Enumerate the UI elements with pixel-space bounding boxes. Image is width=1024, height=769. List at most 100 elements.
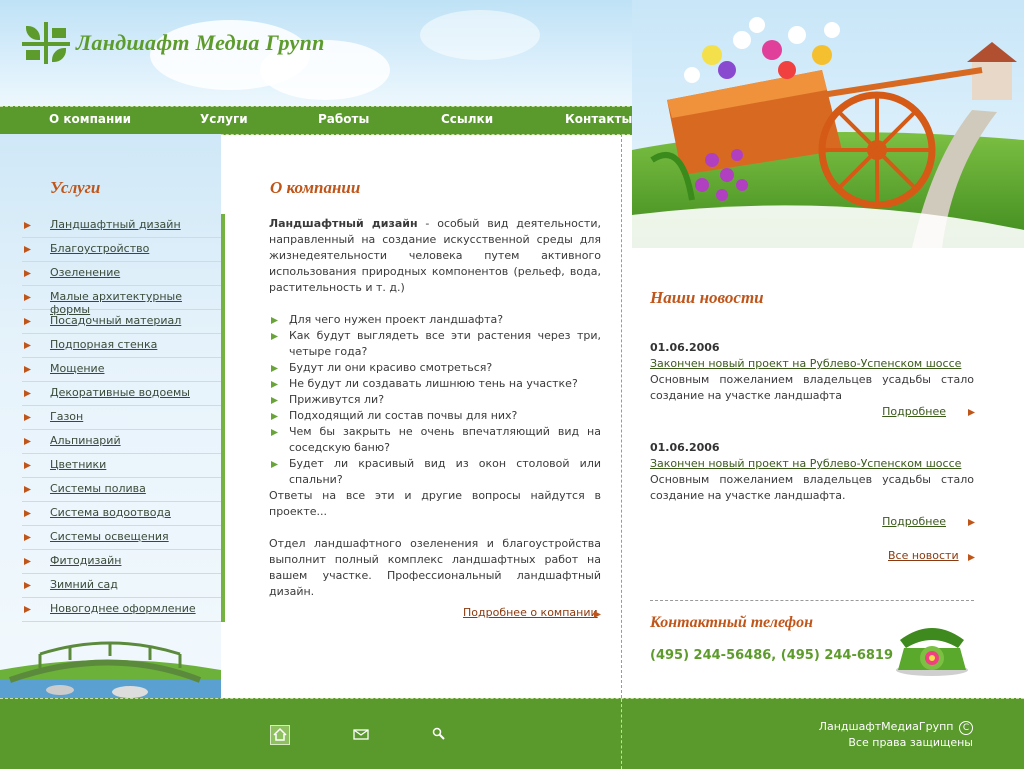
sidebar-item-label: Цветники — [50, 458, 107, 471]
sidebar-item-label: Посадочный материал — [50, 314, 182, 327]
about-text: Ландшафтный дизайн - особый вид деятельн… — [269, 216, 601, 600]
nav-item-services[interactable]: Услуги — [200, 112, 248, 126]
arrow-icon — [24, 342, 31, 349]
rights-text: Все права защищены — [848, 736, 973, 749]
sidebar-item[interactable]: Мощение — [22, 358, 221, 382]
news-more-link[interactable]: Подробнее — [882, 404, 946, 420]
sidebar: Услуги Ландшафтный дизайн Благоустройство… — [0, 134, 225, 698]
news-text: Основным пожеланием владельцев усадьбы с… — [650, 473, 974, 502]
news-title: Наши новости — [650, 288, 764, 307]
arrow-icon — [24, 390, 31, 397]
news-item: 01.06.2006 Закончен новый проект на Рубл… — [650, 440, 975, 540]
sidebar-item[interactable]: Малые архитектурные формы — [22, 286, 221, 316]
arrow-icon — [24, 462, 31, 469]
sidebar-item-label: Озеленение — [50, 266, 121, 279]
sidebar-item[interactable]: Системы полива — [22, 478, 221, 502]
sidebar-item[interactable]: Посадочный материал — [22, 310, 221, 334]
sidebar-item-label: Декоративные водоемы — [50, 386, 190, 399]
news-column: Наши новости 01.06.2006 Закончен новый п… — [622, 248, 1024, 698]
copyright-name: ЛандшафтМедиаГрупп — [818, 720, 954, 733]
sidebar-item[interactable]: Системы освещения — [22, 526, 221, 550]
question-text: Подходящий ли состав почвы для них? — [289, 409, 518, 422]
arrow-icon — [271, 397, 278, 404]
arrow-icon — [271, 333, 278, 340]
arrow-icon — [271, 413, 278, 420]
arrow-icon — [24, 582, 31, 589]
sidebar-item-label: Мощение — [50, 362, 105, 375]
phone-number: (495) 244-56486, (495) 244-6819 — [650, 648, 894, 663]
cloud — [420, 10, 540, 60]
sidebar-item-label: Новогоднее оформление — [50, 602, 196, 615]
sidebar-item[interactable]: Озеленение — [22, 262, 221, 286]
nav-item-works[interactable]: Работы — [318, 112, 369, 126]
sidebar-item[interactable]: Благоустройство — [22, 238, 221, 262]
news-item: 01.06.2006 Закончен новый проект на Рубл… — [650, 340, 975, 430]
sidebar-item[interactable]: Ландшафтный дизайн — [22, 214, 221, 238]
flower-cart-image — [632, 0, 1024, 248]
sidebar-item[interactable]: Система водоотвода — [22, 502, 221, 526]
question-text: Чем бы закрыть не очень впечатляющий вид… — [289, 425, 601, 454]
page-title: О компании — [270, 178, 361, 197]
news-more-link[interactable]: Подробнее — [882, 514, 946, 530]
sidebar-item[interactable]: Альпинарий — [22, 430, 221, 454]
arrow-icon — [24, 534, 31, 541]
arrow-icon — [24, 414, 31, 421]
news-headline-link[interactable]: Закончен новый проект на Рублево-Успенск… — [650, 456, 974, 472]
question-text: Приживутся ли? — [289, 393, 385, 406]
sidebar-item-label: Альпинарий — [50, 434, 121, 447]
question-text: Будут ли они красиво смотреться? — [289, 361, 493, 374]
nav-item-links[interactable]: Ссылки — [441, 112, 493, 126]
logo[interactable]: Ландшафт Медиа Групп — [22, 22, 325, 64]
sidebar-item[interactable]: Фитодизайн — [22, 550, 221, 574]
arrow-icon — [24, 366, 31, 373]
sidebar-item-label: Системы освещения — [50, 530, 169, 543]
questions-list: Для чего нужен проект ландшафта? Как буду… — [269, 312, 601, 488]
answer-text: Ответы на все эти и другие вопросы найду… — [269, 489, 601, 518]
question-text: Для чего нужен проект ландшафта? — [289, 313, 504, 326]
arrow-icon — [24, 270, 31, 277]
arrow-icon — [968, 554, 975, 561]
arrow-icon — [24, 318, 31, 325]
arrow-icon — [24, 438, 31, 445]
question-text: Не будут ли создавать лишнюю тень на уча… — [289, 377, 578, 390]
news-headline-link[interactable]: Закончен новый проект на Рублево-Успенск… — [650, 356, 974, 372]
sidebar-item-label: Газон — [50, 410, 84, 423]
arrow-icon — [24, 486, 31, 493]
bridge-image — [0, 640, 221, 700]
all-news-link[interactable]: Все новости — [888, 549, 959, 562]
sidebar-item-label: Зимний сад — [50, 578, 118, 591]
more-about-link[interactable]: Подробнее о компании — [463, 606, 598, 619]
arrow-icon — [24, 246, 31, 253]
sidebar-item[interactable]: Газон — [22, 406, 221, 430]
sidebar-item-label: Системы полива — [50, 482, 146, 495]
arrow-icon — [24, 222, 31, 229]
arrow-icon — [968, 409, 975, 416]
services-paragraph: Отдел ландшафтного озеленения и благоуст… — [269, 537, 601, 598]
question-text: Как будут выглядеть все эти растения чер… — [289, 329, 601, 358]
question-item: Будут ли они красиво смотреться? — [269, 360, 601, 376]
sidebar-item[interactable]: Цветники — [22, 454, 221, 478]
nav-item-contacts[interactable]: Контакты — [565, 112, 632, 126]
footer-divider — [621, 699, 622, 769]
question-item: Как будут выглядеть все эти растения чер… — [269, 328, 601, 360]
logo-icon — [22, 22, 70, 64]
nav-item-about[interactable]: О компании — [49, 112, 131, 126]
arrow-icon — [24, 294, 31, 301]
home-icon[interactable] — [270, 725, 290, 745]
sidebar-item-label: Ландшафтный дизайн — [50, 218, 181, 231]
sidebar-item[interactable]: Зимний сад — [22, 574, 221, 598]
arrow-icon — [24, 558, 31, 565]
question-item: Будет ли красивый вид из окон столовой и… — [269, 456, 601, 488]
sidebar-item[interactable]: Новогоднее оформление — [22, 598, 221, 622]
arrow-icon — [968, 519, 975, 526]
arrow-icon — [271, 381, 278, 388]
search-icon[interactable] — [430, 725, 448, 743]
mail-icon[interactable] — [352, 725, 370, 743]
arrow-icon — [24, 510, 31, 517]
sidebar-item[interactable]: Декоративные водоемы — [22, 382, 221, 406]
arrow-icon — [271, 461, 278, 468]
news-text: Основным пожеланием владельцев усадьбы с… — [650, 373, 974, 402]
sidebar-item[interactable]: Подпорная стенка — [22, 334, 221, 358]
contact-title: Контактный телефон — [650, 614, 813, 631]
question-item: Не будут ли создавать лишнюю тень на уча… — [269, 376, 601, 392]
